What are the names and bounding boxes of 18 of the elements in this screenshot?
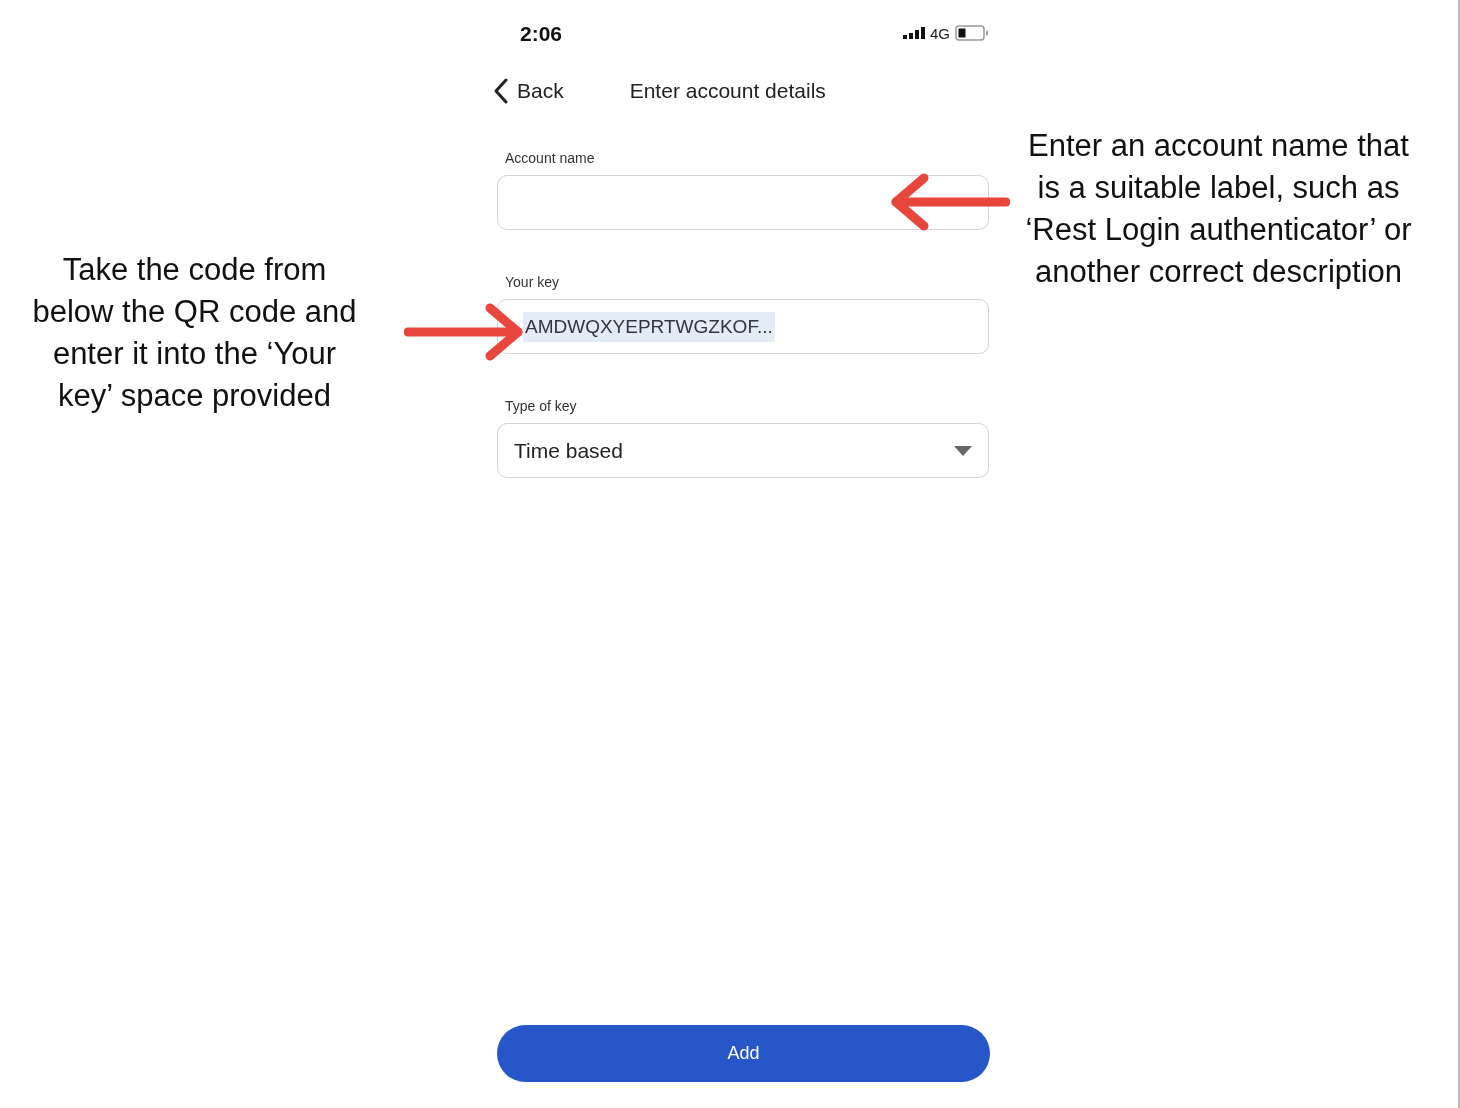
back-button[interactable]: Back xyxy=(493,78,564,104)
input-field[interactable]: AMDWQXYEPRTWGZKOF... xyxy=(497,299,989,354)
field-label: Your key xyxy=(504,274,560,290)
key-value: AMDWQXYEPRTWGZKOF... xyxy=(523,311,775,342)
network-label: 4G xyxy=(930,24,950,42)
dropdown[interactable]: Time based xyxy=(497,423,989,478)
annotation-text: Enter an account name that is a suitable label, such as ‘Rest Login authenticator’ or another correct description xyxy=(1024,127,1413,291)
status-time: 2:06 xyxy=(519,21,563,46)
input-field[interactable] xyxy=(497,175,989,230)
field-label: Account name xyxy=(504,150,596,166)
battery-icon xyxy=(955,25,989,41)
back-icon xyxy=(493,78,509,104)
caret-icon xyxy=(954,445,972,456)
signal-icon xyxy=(903,27,925,39)
add-button[interactable]: Add xyxy=(497,1025,990,1082)
annotation-text: Take the code from below the QR code and enter it into the ‘Your key’ space provided xyxy=(31,251,358,415)
screen-title: Enter account details xyxy=(629,79,826,103)
field-label: Type of key xyxy=(504,398,578,414)
